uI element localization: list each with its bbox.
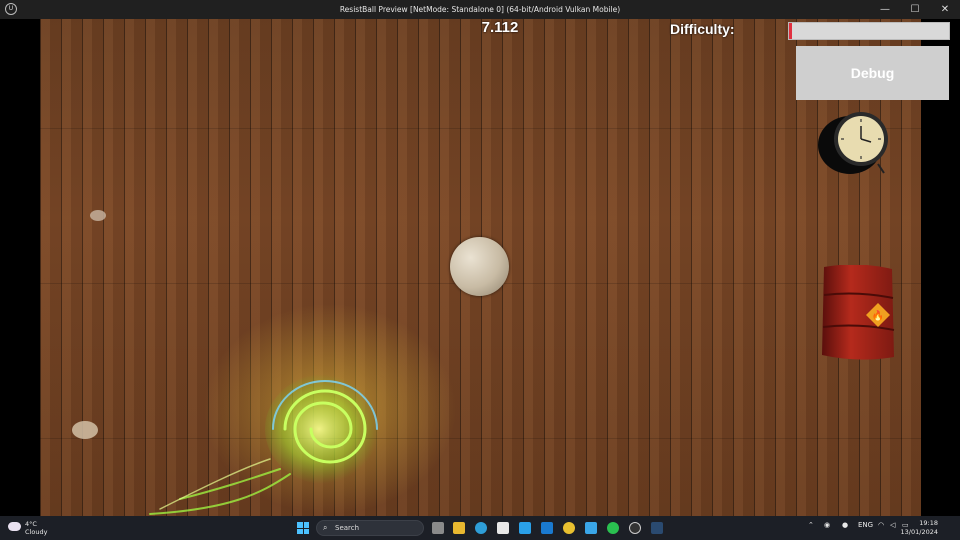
outlook-icon[interactable] <box>541 522 553 534</box>
steam-icon[interactable] <box>651 522 663 534</box>
debug-button[interactable]: Debug <box>796 46 949 100</box>
wifi-icon[interactable]: ◠ <box>878 521 884 529</box>
clock <box>818 112 888 174</box>
weather-temp: 4°C <box>25 520 37 528</box>
minimize-button[interactable]: — <box>870 0 900 19</box>
svg-text:🔥: 🔥 <box>872 309 884 322</box>
store-icon[interactable] <box>497 522 509 534</box>
close-button[interactable]: ✕ <box>930 0 960 19</box>
vscode-icon[interactable] <box>519 522 531 534</box>
difficulty-bar-fill <box>789 23 793 39</box>
rock <box>72 421 98 439</box>
file-explorer-icon[interactable] <box>453 522 465 534</box>
oil-barrel: 🔥 <box>822 265 895 360</box>
game-viewport[interactable]: 🔥 7.112 Difficulty: Debug <box>0 19 960 516</box>
steam-tray-icon[interactable]: ◉ <box>824 521 830 529</box>
difficulty-bar <box>788 22 950 40</box>
search-placeholder: Search <box>335 524 360 532</box>
clock-time: 19:18 <box>919 519 938 527</box>
window-title-bar: U ResistBall Preview [NetMode: Standalon… <box>0 0 960 19</box>
rock <box>90 210 106 221</box>
edge-icon[interactable] <box>475 522 487 534</box>
task-view-icon[interactable] <box>432 522 444 534</box>
windows-taskbar: 4°C Cloudy ⌕ Search ⌃ ◉ ● ENG ◠ ◁ ▭ 19:1… <box>0 516 960 540</box>
taskbar-clock[interactable]: 19:18 13/01/2024 <box>901 519 938 537</box>
chrome-icon[interactable] <box>563 522 575 534</box>
start-button[interactable] <box>297 522 309 534</box>
tray-app-icon[interactable]: ● <box>842 521 848 529</box>
timer: 7.112 <box>481 19 519 36</box>
search-icon: ⌕ <box>323 523 328 532</box>
chevron-up-icon[interactable]: ⌃ <box>808 521 814 529</box>
windows-logo-icon <box>297 522 303 528</box>
unreal-engine-icon[interactable] <box>629 522 641 534</box>
window-title: ResistBall Preview [NetMode: Standalone … <box>339 5 621 14</box>
weather-condition: Cloudy <box>25 528 48 536</box>
green-vortex <box>149 374 385 515</box>
clock-date: 13/01/2024 <box>900 528 938 536</box>
language-indicator[interactable]: ENG <box>858 521 873 529</box>
ball <box>450 237 509 296</box>
search-box[interactable]: ⌕ Search <box>316 520 424 536</box>
cloud-icon <box>8 522 21 531</box>
whatsapp-icon[interactable] <box>607 522 619 534</box>
volume-icon[interactable]: ◁ <box>890 521 895 529</box>
notepad-icon[interactable] <box>585 522 597 534</box>
difficulty-label: Difficulty: <box>670 21 735 37</box>
maximize-button[interactable]: ☐ <box>900 0 930 19</box>
